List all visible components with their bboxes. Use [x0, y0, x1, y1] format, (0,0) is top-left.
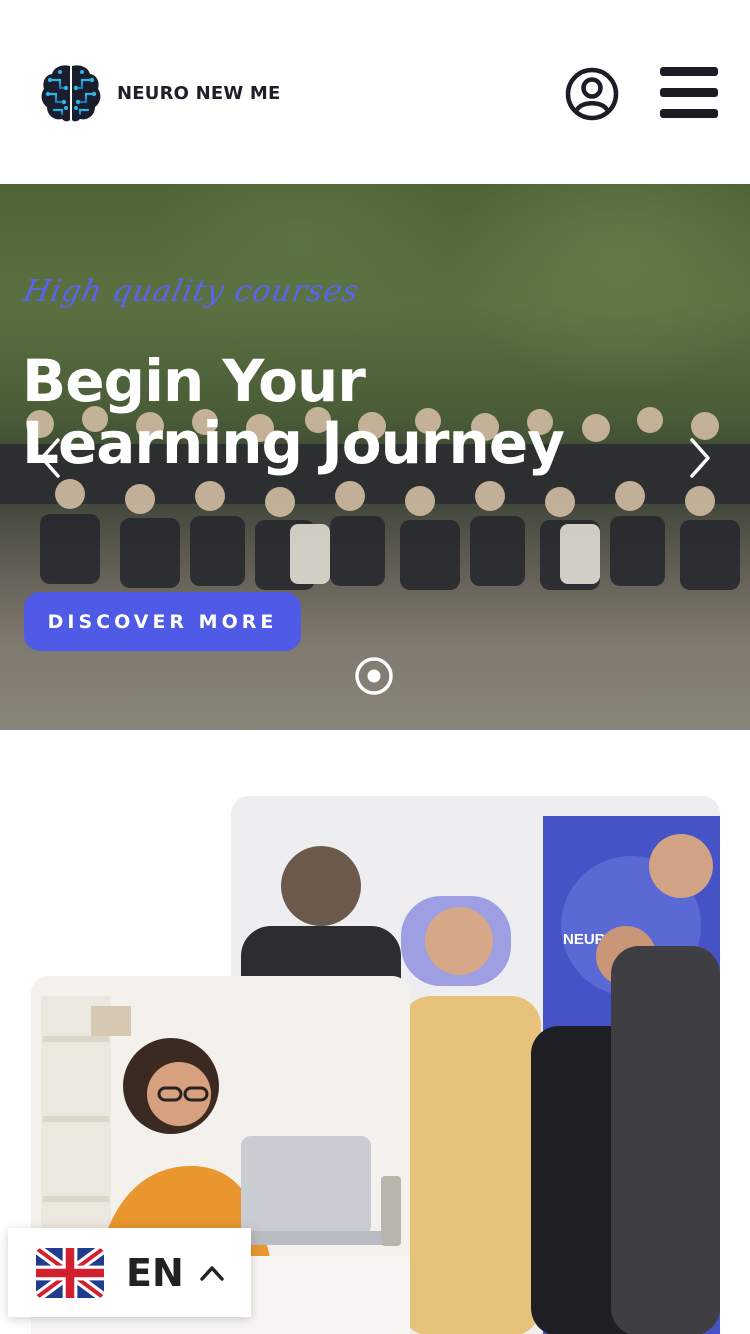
hero-tagline: High quality courses — [20, 274, 363, 309]
hamburger-menu-button[interactable] — [660, 67, 718, 119]
account-button[interactable] — [564, 66, 620, 122]
user-circle-icon — [565, 67, 619, 121]
discover-more-button[interactable]: DISCOVER MORE — [24, 592, 301, 651]
chevron-right-icon — [690, 438, 710, 478]
radio-dot-icon — [355, 657, 393, 695]
brand-name: NEURO NEW ME — [117, 82, 281, 104]
slider-prev-button[interactable] — [32, 434, 72, 482]
uk-flag-icon — [36, 1247, 104, 1298]
slider-next-button[interactable] — [680, 434, 720, 482]
menu-bar — [660, 109, 718, 118]
chevron-left-icon — [40, 438, 60, 478]
brain-logo-icon — [41, 65, 101, 122]
site-header: NEURO NEW ME — [0, 0, 750, 184]
chevron-up-icon — [200, 1265, 224, 1281]
hero-title: Begin Your Learning Journey — [22, 347, 565, 477]
language-code: EN — [126, 1250, 184, 1295]
slide-indicator[interactable] — [354, 656, 394, 696]
hero-slider: High quality courses Begin Your Learning… — [0, 184, 750, 730]
brand-logo-link[interactable]: NEURO NEW ME — [40, 62, 281, 124]
menu-bar — [660, 88, 718, 97]
language-switcher[interactable]: EN — [8, 1228, 251, 1317]
menu-bar — [660, 67, 718, 76]
